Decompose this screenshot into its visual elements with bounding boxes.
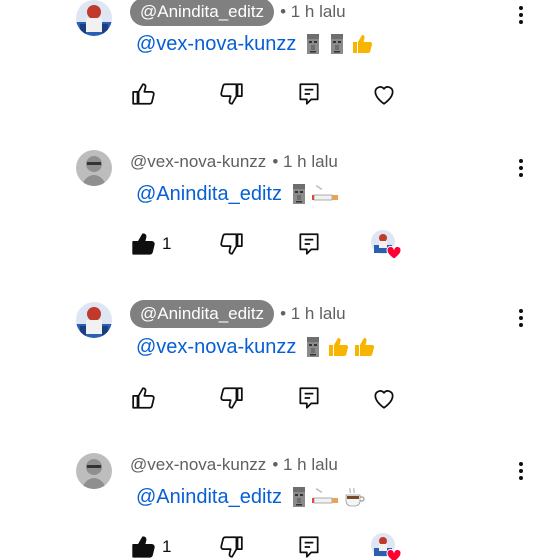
comment-actions xyxy=(0,78,560,114)
author-name[interactable]: @Anindita_editz xyxy=(130,300,275,328)
emoji-group xyxy=(302,335,376,359)
timestamp: • 1 h lalu xyxy=(280,2,346,21)
author-avatar[interactable] xyxy=(76,0,112,36)
comment-item: @Anindita_editz • 1 h lalu @vex-nova-kun… xyxy=(0,300,560,452)
like-button[interactable] xyxy=(131,534,157,560)
like-button[interactable] xyxy=(131,385,157,411)
author-name[interactable]: @vex-nova-kunzz xyxy=(130,455,266,475)
reply-button[interactable] xyxy=(296,81,322,107)
heart-button[interactable] xyxy=(371,385,397,411)
comment-actions: 1 xyxy=(0,531,560,560)
moai-emoji-icon xyxy=(307,337,320,357)
emoji-group xyxy=(288,485,366,509)
author-name[interactable]: @vex-nova-kunzz xyxy=(130,152,266,172)
creator-heart-icon[interactable] xyxy=(370,532,402,560)
comment-text: @vex-nova-kunzz xyxy=(136,29,374,59)
mention-link[interactable]: @Anindita_editz xyxy=(136,183,282,206)
author-avatar[interactable] xyxy=(76,302,112,338)
like-count: 1 xyxy=(162,537,172,556)
comment-header: @vex-nova-kunzz • 1 h lalu xyxy=(130,148,338,176)
comment-header: @Anindita_editz • 1 h lalu xyxy=(130,300,346,328)
moai-emoji-icon xyxy=(292,184,305,204)
mention-link[interactable]: @vex-nova-kunzz xyxy=(136,33,296,56)
more-options-icon[interactable] xyxy=(514,157,528,179)
coffee-emoji-icon xyxy=(345,487,365,507)
reply-button[interactable] xyxy=(296,231,322,257)
comment-text: @Anindita_editz xyxy=(136,482,366,512)
comment-header: @vex-nova-kunzz • 1 h lalu xyxy=(130,453,338,479)
moai-emoji-icon xyxy=(292,487,305,507)
author-avatar[interactable] xyxy=(76,150,112,186)
comment-text: @Anindita_editz xyxy=(136,179,340,209)
mention-link[interactable]: @Anindita_editz xyxy=(136,486,282,509)
reply-button[interactable] xyxy=(296,534,322,560)
heart-button[interactable] xyxy=(371,81,397,107)
dislike-button[interactable] xyxy=(218,81,244,107)
cigarette-emoji-icon xyxy=(311,488,338,504)
like-button[interactable] xyxy=(131,231,157,257)
author-avatar[interactable] xyxy=(76,453,112,489)
dislike-button[interactable] xyxy=(218,231,244,257)
moai-emoji-icon xyxy=(307,34,320,54)
more-options-icon[interactable] xyxy=(514,4,528,26)
comment-actions xyxy=(0,382,560,418)
comment-text: @vex-nova-kunzz xyxy=(136,332,376,362)
dislike-button[interactable] xyxy=(218,534,244,560)
comment-item: @vex-nova-kunzz • 1 h lalu @Anindita_edi… xyxy=(0,453,560,560)
timestamp: • 1 h lalu xyxy=(272,455,338,474)
mention-link[interactable]: @vex-nova-kunzz xyxy=(136,336,296,359)
creator-heart-icon[interactable] xyxy=(370,229,402,260)
cigarette-emoji-icon xyxy=(311,185,338,201)
more-options-icon[interactable] xyxy=(514,460,528,482)
timestamp: • 1 h lalu xyxy=(280,304,346,323)
comment-item: @Anindita_editz • 1 h lalu @vex-nova-kun… xyxy=(0,0,560,150)
thumbs-up-emoji-icon xyxy=(355,338,375,356)
moai-emoji-icon xyxy=(331,34,344,54)
more-options-icon[interactable] xyxy=(514,307,528,329)
thumbs-up-emoji-icon xyxy=(329,338,349,356)
like-count: 1 xyxy=(162,234,172,253)
comment-item: @vex-nova-kunzz • 1 h lalu @Anindita_edi… xyxy=(0,150,560,300)
reply-button[interactable] xyxy=(296,385,322,411)
dislike-button[interactable] xyxy=(218,385,244,411)
emoji-group xyxy=(288,182,340,206)
comment-header: @Anindita_editz • 1 h lalu xyxy=(130,0,346,26)
emoji-group xyxy=(302,32,374,56)
comment-actions: 1 xyxy=(0,228,560,264)
thumbs-up-emoji-icon xyxy=(353,35,373,53)
timestamp: • 1 h lalu xyxy=(272,152,338,171)
author-name[interactable]: @Anindita_editz xyxy=(130,0,275,26)
like-button[interactable] xyxy=(131,81,157,107)
